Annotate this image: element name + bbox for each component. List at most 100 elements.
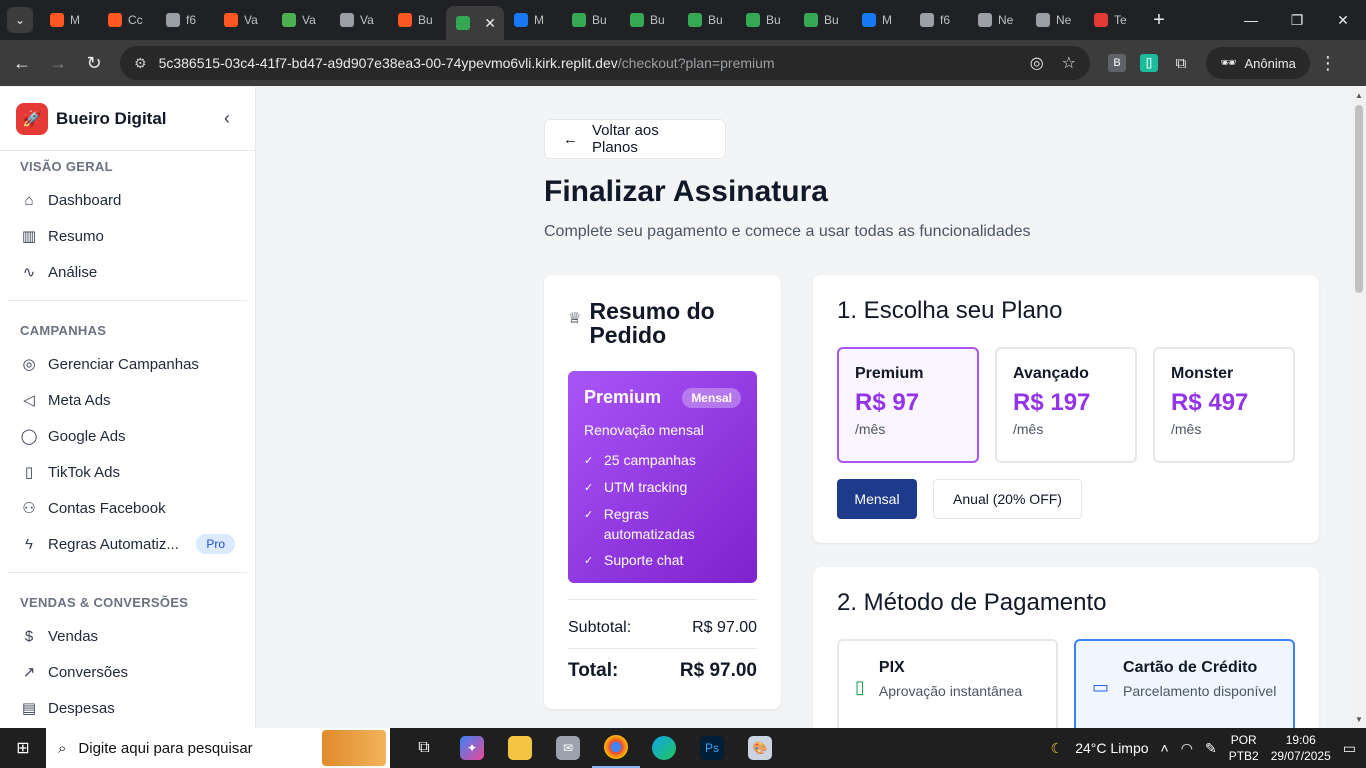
reload-icon[interactable]: ↻	[76, 45, 112, 81]
sidebar-item-resumo[interactable]: ▥ Resumo	[0, 218, 255, 254]
feature-label: 25 campanhas	[604, 452, 696, 468]
tab-label: Ne	[998, 13, 1014, 27]
browser-tab[interactable]: ✕	[446, 6, 504, 40]
language-indicator[interactable]: POR PTB2	[1229, 732, 1259, 764]
site-info-icon[interactable]: ⚙	[134, 55, 147, 72]
browser-tab[interactable]: Ne	[1026, 4, 1084, 36]
browser-tab[interactable]: Va	[214, 4, 272, 36]
trending-icon: ↗	[22, 664, 36, 681]
weather-text[interactable]: 24°C Limpo	[1075, 740, 1148, 756]
maximize-button[interactable]: ❐	[1274, 0, 1320, 40]
new-tab-button[interactable]: +	[1142, 9, 1176, 32]
browser-tab[interactable]: Cc	[98, 4, 156, 36]
rocket-icon: 🚀	[16, 102, 48, 135]
forward-arrow-icon[interactable]: →	[40, 45, 76, 81]
browser-tab[interactable]: Bu	[736, 4, 794, 36]
plan-option-avanado[interactable]: Avançado R$ 197/mês	[995, 347, 1137, 463]
tab-search-button[interactable]: ⌄	[0, 0, 40, 40]
order-summary-header: ♕ Resumo do Pedido	[568, 299, 739, 347]
edge-icon[interactable]	[640, 728, 688, 768]
back-arrow-icon[interactable]: ←	[4, 45, 40, 81]
payment-option-credit-card[interactable]: ▭ Cartão de Crédito Parcelamento disponí…	[1074, 639, 1295, 728]
browser-tab[interactable]: f6	[910, 4, 968, 36]
renewal-text: Renovação mensal	[584, 422, 704, 438]
taskbar-search[interactable]: ⌕ Digite aqui para pesquisar	[46, 728, 390, 768]
tab-label: M	[70, 13, 80, 27]
eye-off-icon[interactable]: ◎	[1030, 53, 1044, 73]
incognito-indicator[interactable]: 🕶 Anônima	[1206, 47, 1310, 79]
pen-icon[interactable]: ✎	[1205, 740, 1217, 757]
wifi-icon[interactable]: ◠	[1181, 740, 1193, 757]
mail-icon[interactable]: ✉	[544, 728, 592, 768]
clock[interactable]: 19:06 29/07/2025	[1271, 732, 1331, 764]
plan-option-monster[interactable]: Monster R$ 497/mês	[1153, 347, 1295, 463]
photoshop-icon[interactable]: Ps	[688, 728, 736, 768]
browser-tab[interactable]: Va	[272, 4, 330, 36]
main-content: ← Voltar aos Planos Finalizar Assinatura…	[256, 87, 1352, 728]
sidebar-item-convers-es[interactable]: ↗ Conversões	[0, 654, 255, 690]
browser-tab[interactable]: Te	[1084, 4, 1142, 36]
collapse-sidebar-icon[interactable]: ‹	[215, 108, 239, 129]
browser-tab[interactable]: Bu	[678, 4, 736, 36]
tab-label: Va	[360, 13, 374, 27]
sidebar-item-dashboard[interactable]: ⌂ Dashboard	[0, 182, 255, 218]
payment-option-pix[interactable]: ▯ PIX Aprovação instantânea	[837, 639, 1058, 728]
sidebar-item-despesas[interactable]: ▤ Despesas	[0, 690, 255, 726]
bookmark-star-icon[interactable]: ☆	[1062, 53, 1076, 73]
paint-icon[interactable]: 🎨	[736, 728, 784, 768]
close-tab-icon[interactable]: ✕	[484, 15, 496, 32]
puzzle-icon[interactable]: ⧉	[1172, 54, 1190, 72]
extension-bracket-icon[interactable]: []	[1140, 54, 1158, 72]
chrome-icon[interactable]	[592, 728, 640, 768]
billing-annual-button[interactable]: Anual (20% OFF)	[933, 479, 1082, 519]
scroll-up-icon[interactable]: ▲	[1355, 91, 1363, 100]
plan-option-premium[interactable]: Premium R$ 97/mês	[837, 347, 979, 463]
scroll-down-icon[interactable]: ▼	[1355, 715, 1363, 724]
tab-favicon-icon	[108, 13, 122, 27]
sidebar-item-regras-automatiz[interactable]: ϟ Regras Automatiz... Pro	[0, 526, 255, 562]
browser-tab[interactable]: Ne	[968, 4, 1026, 36]
windows-start-icon[interactable]: ⊞	[0, 728, 46, 768]
incognito-icon: 🕶	[1220, 55, 1237, 70]
browser-toolbar: ← → ↻ ⚙ 5c386515-03c4-41f7-bd47-a9d907e3…	[0, 40, 1366, 86]
total-row: Total: R$ 97.00	[568, 660, 757, 682]
browser-tab[interactable]: f6	[156, 4, 214, 36]
browser-tab[interactable]: Bu	[562, 4, 620, 36]
scrollbar-thumb[interactable]	[1355, 105, 1363, 293]
browser-tab[interactable]: Bu	[388, 4, 446, 36]
sidebar-item-an-lise[interactable]: ∿ Análise	[0, 254, 255, 290]
browser-tab[interactable]: M	[504, 4, 562, 36]
copilot-icon[interactable]: ✦	[448, 728, 496, 768]
sidebar-item-contas-facebook[interactable]: ⚇ Contas Facebook	[0, 490, 255, 526]
billing-monthly-button[interactable]: Mensal	[837, 479, 917, 519]
address-bar[interactable]: ⚙ 5c386515-03c4-41f7-bd47-a9d907e38ea3-0…	[120, 46, 1090, 80]
tab-label: Cc	[128, 13, 143, 27]
browser-menu-icon[interactable]: ⋮	[1310, 53, 1346, 74]
system-tray: ☾ 24°C Limpo ˄ ◠ ✎ POR PTB2 19:06 29/07/…	[1051, 732, 1366, 764]
tab-favicon-icon	[572, 13, 586, 27]
sidebar-item-meta-ads[interactable]: ◁ Meta Ads	[0, 382, 255, 418]
file-explorer-icon[interactable]	[496, 728, 544, 768]
extension-b-icon[interactable]: B	[1108, 54, 1126, 72]
credit-card-icon: ▭	[1092, 677, 1110, 697]
back-to-plans-button[interactable]: ← Voltar aos Planos	[544, 119, 726, 159]
browser-tab[interactable]: Va	[330, 4, 388, 36]
notifications-icon[interactable]: ▭	[1343, 740, 1356, 757]
sidebar-item-tiktok-ads[interactable]: ▯ TikTok Ads	[0, 454, 255, 490]
sidebar-item-gerenciar-campanhas[interactable]: ◎ Gerenciar Campanhas	[0, 346, 255, 382]
sidebar-item-google-ads[interactable]: ◯ Google Ads	[0, 418, 255, 454]
browser-tab[interactable]: M	[852, 4, 910, 36]
choose-plan-title: 1. Escolha seu Plano	[837, 297, 1063, 324]
browser-tab[interactable]: Bu	[620, 4, 678, 36]
sidebar-item-label: Meta Ads	[48, 391, 111, 409]
chevron-up-icon[interactable]: ˄	[1161, 740, 1169, 756]
plan-option-period: /mês	[1171, 421, 1202, 437]
sidebar-item-vendas[interactable]: $ Vendas	[0, 618, 255, 654]
minimize-button[interactable]: —	[1228, 0, 1274, 40]
browser-tab[interactable]: M	[40, 4, 98, 36]
close-window-button[interactable]: ✕	[1320, 0, 1366, 40]
browser-tab[interactable]: Bu	[794, 4, 852, 36]
page-subtitle: Complete seu pagamento e comece a usar t…	[544, 223, 1031, 240]
page-scrollbar[interactable]: ▲ ▼	[1352, 87, 1366, 728]
task-view-icon[interactable]: ⧉	[400, 728, 448, 768]
